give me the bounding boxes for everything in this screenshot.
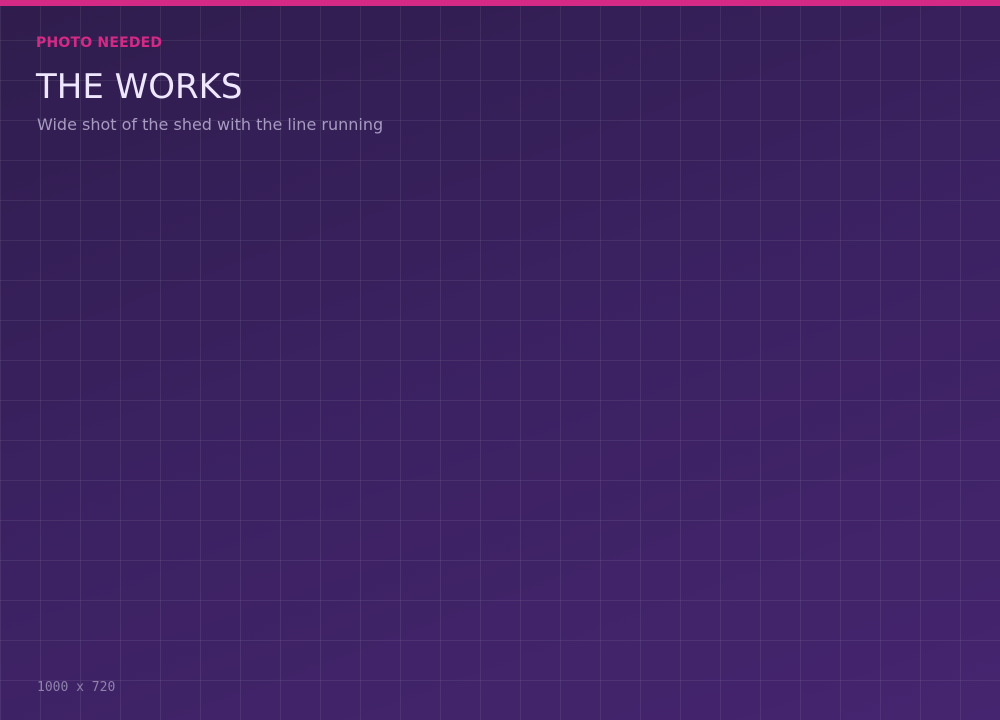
photo-needed-label: PHOTO NEEDED (36, 35, 163, 51)
placeholder-description: Wide shot of the shed with the line runn… (37, 115, 384, 134)
photo-placeholder: PHOTO NEEDED THE WORKS Wide shot of the … (0, 0, 1000, 720)
dimensions-label: 1000 x 720 (37, 680, 116, 695)
top-accent-bar (0, 0, 1000, 6)
placeholder-title: THE WORKS (36, 67, 243, 107)
background-grid (0, 0, 1000, 720)
